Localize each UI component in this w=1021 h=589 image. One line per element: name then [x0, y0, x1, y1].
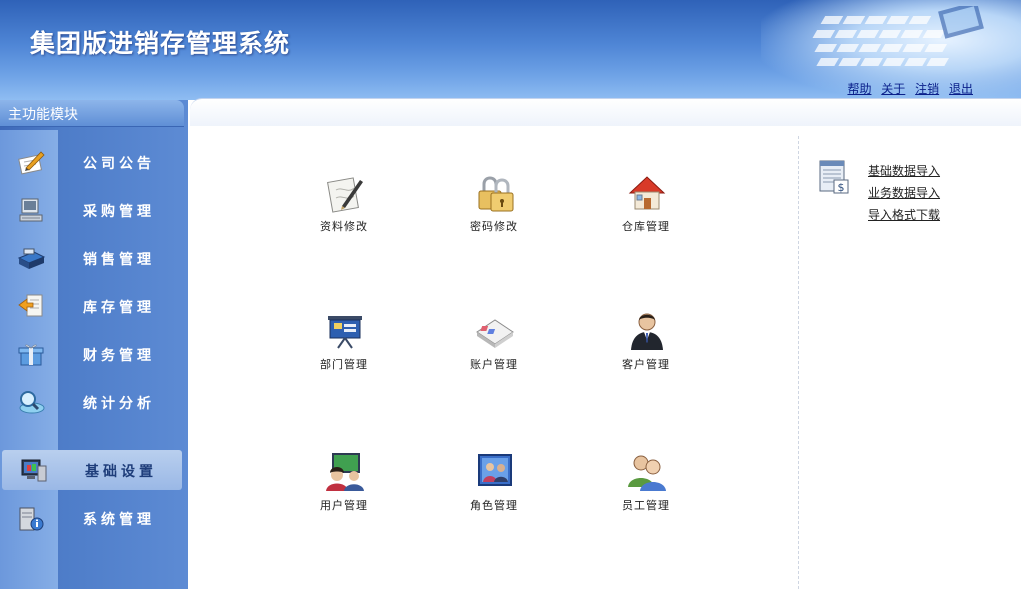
- sidebar-item-basic-settings[interactable]: 基础设置: [2, 450, 182, 490]
- sidebar-item-label: 财务管理: [83, 348, 155, 364]
- sidebar-header: 主功能模块: [0, 100, 184, 127]
- import-links: 基础数据导入 业务数据导入 导入格式下载: [868, 160, 940, 226]
- app-window: 集团版进销存管理系统 帮助 关于 注销 退出 主功能模块 公司公告 采购管理 销…: [0, 0, 1021, 589]
- sidebar-item-statistics[interactable]: 统计分析: [0, 382, 184, 422]
- users-monitor-icon: [326, 453, 364, 491]
- tile-label: 部门管理: [320, 358, 368, 371]
- sidebar: 主功能模块 公司公告 采购管理 销售管理 库存管理 财务管理 统计分析 基础设置…: [0, 100, 188, 589]
- tile-label: 仓库管理: [622, 220, 670, 233]
- account-book-icon: [476, 319, 514, 348]
- sidebar-item-label: 公司公告: [83, 156, 155, 172]
- tile-customer[interactable]: 客户管理: [596, 310, 696, 380]
- sidebar-item-purchasing[interactable]: 采购管理: [0, 190, 184, 230]
- sidebar-item-finance[interactable]: 财务管理: [0, 334, 184, 374]
- house-icon: [628, 176, 666, 210]
- tile-label: 密码修改: [470, 220, 518, 233]
- sidebar-heading: 主功能模块: [8, 107, 78, 123]
- sidebar-item-announcements[interactable]: 公司公告: [0, 142, 184, 182]
- server-info-icon: [19, 507, 44, 531]
- import-business-data-link[interactable]: 业务数据导入: [868, 182, 940, 204]
- keyboard-graphic-icon: [812, 6, 984, 66]
- tile-label: 资料修改: [320, 220, 368, 233]
- sidebar-item-sales[interactable]: 销售管理: [0, 238, 184, 278]
- content-tab-strip: [190, 98, 1021, 127]
- tile-label: 客户管理: [622, 358, 670, 371]
- padlock-icon: [478, 176, 514, 212]
- main-content: 资料修改 密码修改 仓库管理 部门管理 账户管理 客户管理 用户管理 角色管理 …: [190, 126, 1021, 589]
- tile-role[interactable]: 角色管理: [444, 451, 544, 521]
- magnifier-globe-icon: [19, 391, 45, 414]
- role-portrait-icon: [478, 454, 512, 486]
- staff-people-icon: [628, 455, 666, 491]
- sidebar-item-label: 系统管理: [83, 512, 155, 528]
- tile-password-change[interactable]: 密码修改: [444, 172, 544, 242]
- sidebar-item-inventory[interactable]: 库存管理: [0, 286, 184, 326]
- help-link[interactable]: 帮助: [847, 82, 871, 96]
- tile-label: 角色管理: [470, 499, 518, 512]
- logout-link[interactable]: 注销: [915, 82, 939, 96]
- tile-label: 员工管理: [622, 499, 670, 512]
- monitor-settings-icon: [21, 459, 47, 482]
- sidebar-item-label: 统计分析: [83, 396, 155, 412]
- header-banner: 集团版进销存管理系统 帮助 关于 注销 退出: [0, 0, 1021, 100]
- pen-paper-icon: [18, 151, 45, 175]
- tile-account[interactable]: 账户管理: [444, 310, 544, 380]
- tile-department[interactable]: 部门管理: [294, 310, 394, 380]
- import-basic-data-link[interactable]: 基础数据导入: [868, 160, 940, 182]
- panel-divider: [798, 136, 799, 589]
- app-title: 集团版进销存管理系统: [30, 29, 291, 58]
- document-arrow-icon: [18, 294, 43, 317]
- top-links: 帮助 关于 注销 退出: [841, 80, 973, 97]
- sidebar-item-label: 库存管理: [83, 300, 155, 316]
- exit-link[interactable]: 退出: [949, 82, 973, 96]
- svg-text:$: $: [838, 181, 845, 194]
- tile-staff[interactable]: 员工管理: [596, 451, 696, 521]
- document-pen-icon: [327, 177, 363, 213]
- tile-user[interactable]: 用户管理: [294, 451, 394, 521]
- sidebar-item-label: 销售管理: [83, 252, 155, 268]
- spreadsheet-dollar-icon: $: [819, 160, 849, 194]
- about-link[interactable]: 关于: [881, 82, 905, 96]
- businessman-icon: [631, 313, 663, 350]
- cash-register-icon: [17, 248, 46, 269]
- tile-warehouse[interactable]: 仓库管理: [596, 172, 696, 242]
- gift-box-icon: [18, 344, 44, 366]
- sidebar-item-system[interactable]: 系统管理: [0, 498, 184, 538]
- tile-label: 用户管理: [320, 499, 368, 512]
- tile-label: 账户管理: [470, 358, 518, 371]
- download-import-format-link[interactable]: 导入格式下载: [868, 204, 940, 226]
- computer-terminal-icon: [19, 198, 43, 222]
- presentation-board-icon: [328, 316, 362, 349]
- sidebar-item-label: 基础设置: [85, 464, 157, 480]
- tile-profile-edit[interactable]: 资料修改: [294, 172, 394, 242]
- sidebar-item-label: 采购管理: [83, 204, 155, 220]
